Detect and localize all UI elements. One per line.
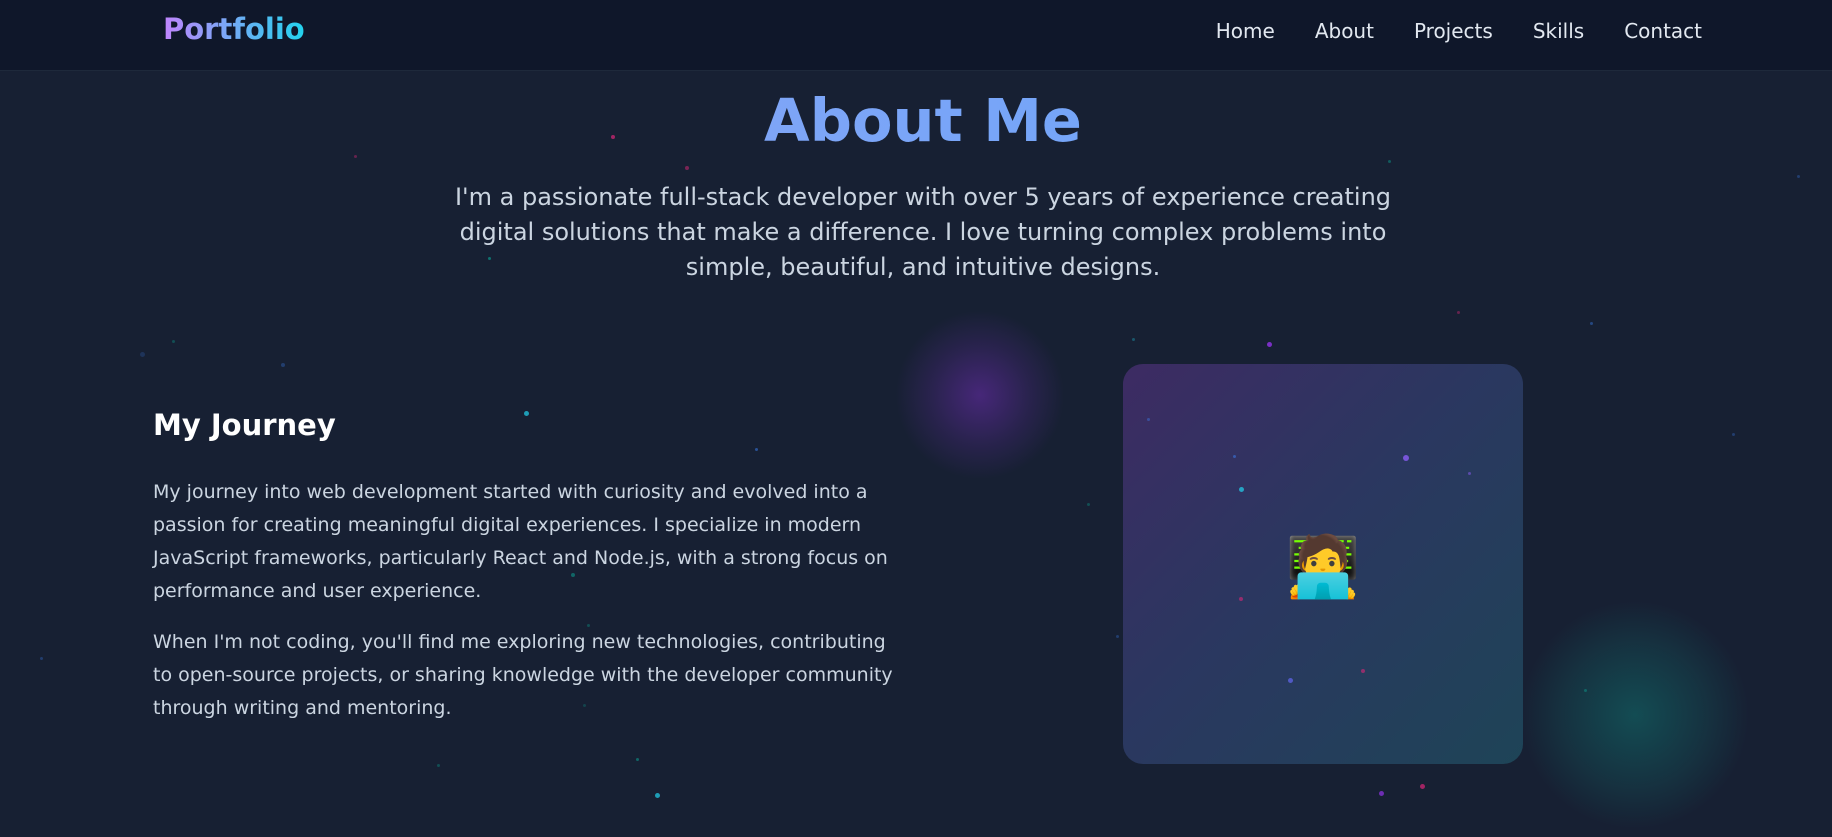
journey-paragraph: When I'm not coding, you'll find me expl… [153, 631, 893, 719]
profile-image-card: 🧑‍💻 [1123, 364, 1523, 764]
intro-text: I'm a passionate full-stack developer wi… [454, 183, 1392, 281]
developer-emoji-icon: 🧑‍💻 [1285, 532, 1361, 602]
particle [636, 758, 639, 761]
particle [1087, 503, 1090, 506]
particle [437, 764, 440, 767]
particle [1732, 433, 1735, 436]
particle [354, 155, 357, 158]
particle [1267, 342, 1272, 347]
card-particle [1361, 669, 1365, 673]
nav-link-contact[interactable]: Contact [1624, 19, 1702, 43]
card-particle [1239, 597, 1243, 601]
teal-glow-orb [1520, 600, 1750, 830]
particle [1116, 635, 1119, 638]
particle [140, 352, 145, 357]
particle [40, 657, 43, 660]
particle [1420, 784, 1425, 789]
particle [1388, 160, 1391, 163]
top-navbar: Portfolio Home About Projects Skills Con… [0, 0, 1832, 71]
card-particle [1147, 418, 1150, 421]
page-title: About Me [0, 86, 1832, 155]
card-particle [1403, 455, 1409, 461]
particle [1132, 338, 1135, 341]
card-particle [1239, 487, 1244, 492]
particle [755, 448, 758, 451]
card-particle [1288, 678, 1293, 683]
brand-logo[interactable]: Portfolio [163, 12, 305, 46]
particle [1379, 791, 1384, 796]
purple-glow-orb [895, 310, 1065, 480]
nav-link-skills[interactable]: Skills [1533, 19, 1584, 43]
nav-links: Home About Projects Skills Contact [1216, 19, 1702, 43]
particle [655, 793, 660, 798]
particle [1590, 322, 1593, 325]
particle [172, 340, 175, 343]
journey-paragraph: My journey into web development started … [153, 481, 888, 602]
card-particle [1233, 455, 1236, 458]
particle [685, 166, 689, 170]
card-particle [1468, 472, 1471, 475]
nav-link-home[interactable]: Home [1216, 19, 1275, 43]
particle [1797, 175, 1800, 178]
particle [281, 363, 285, 367]
particle [1584, 689, 1587, 692]
nav-link-projects[interactable]: Projects [1414, 19, 1493, 43]
journey-heading: My Journey [153, 408, 336, 442]
nav-link-about[interactable]: About [1315, 19, 1374, 43]
particle [524, 411, 529, 416]
particle [1457, 311, 1460, 314]
